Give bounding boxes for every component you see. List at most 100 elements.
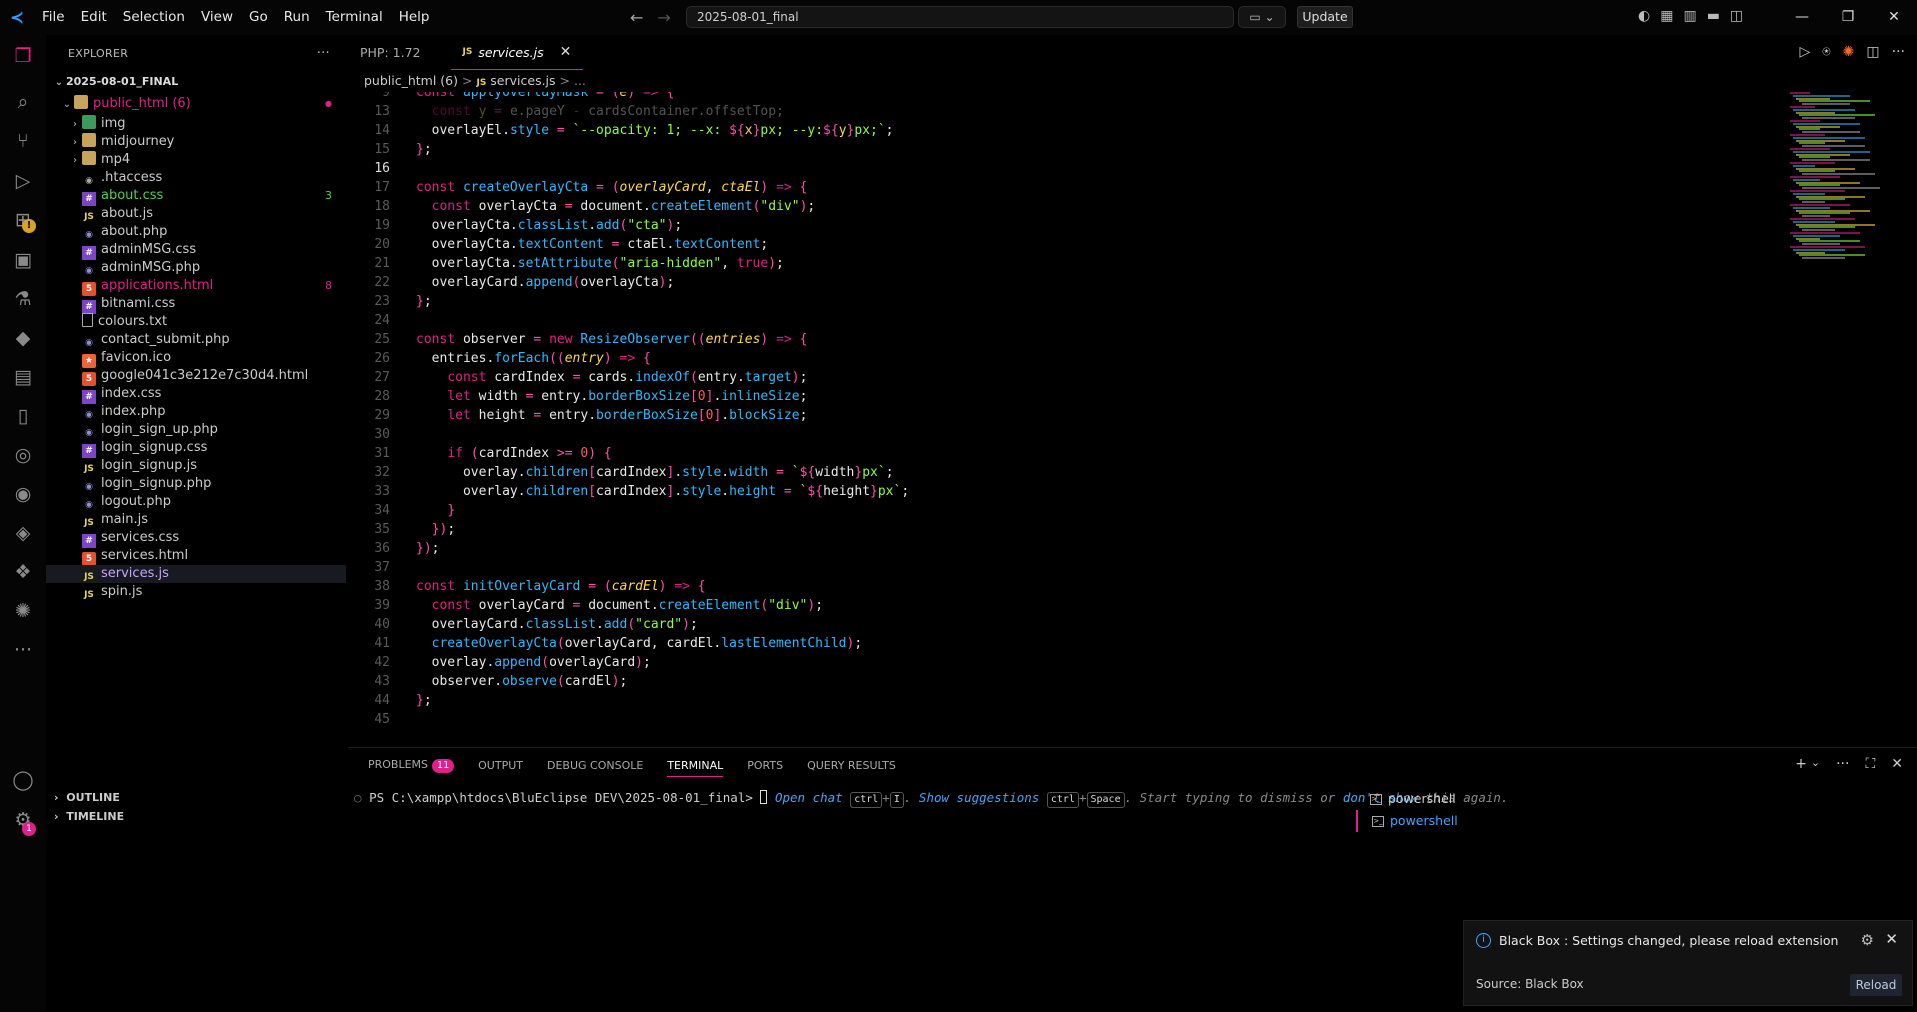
book-icon[interactable]: ▯ [10,403,36,429]
search-icon[interactable]: ⌕ [10,89,36,115]
breadcrumb-folder[interactable]: public_html (6) [364,73,458,88]
breadcrumb-file[interactable]: services.js [490,73,555,88]
file-main-js[interactable]: JS main.js [46,511,346,529]
file-adminmsg-css[interactable]: # adminMSG.css [46,241,346,260]
more-actions-icon[interactable]: ··· [1836,756,1849,772]
browser-preview-icon[interactable]: ▤ [10,364,36,390]
panel-tab-terminal[interactable]: TERMINAL [667,754,724,777]
file-about-php[interactable]: ◉ about.php [46,223,346,241]
database-icon[interactable]: ◎ [10,442,36,468]
file-services-js[interactable]: JS services.js [46,565,346,583]
file-login-signup-php[interactable]: ◉ login_signup.php [46,475,346,493]
sparkle-action-icon[interactable]: ✺ [1843,44,1855,60]
breadcrumb-symbol[interactable]: > ... [560,73,586,88]
menu-terminal[interactable]: Terminal [318,0,391,35]
menu-go[interactable]: Go [241,0,276,35]
explorer-icon[interactable]: ❐ [10,43,36,69]
panel-tab-debug-console[interactable]: DEBUG CONSOLE [547,759,643,772]
more-views-icon[interactable]: ··· [10,637,36,663]
file-favicon-ico[interactable]: ★ favicon.ico [46,349,346,368]
file-login-signup-css[interactable]: # login_signup.css [46,439,346,458]
run-icon[interactable]: ▷ [1799,44,1810,60]
update-button[interactable]: Update [1297,6,1353,28]
menu-file[interactable]: File [34,0,73,35]
customize-layout-icon[interactable]: ▦ [1660,8,1673,24]
close-tab-icon[interactable]: ✕ [560,35,572,70]
file-colours-txt[interactable]: colours.txt [46,313,346,331]
file-logout-php[interactable]: ◉ logout.php [46,493,346,511]
menu-help[interactable]: Help [391,0,438,35]
source-control-icon[interactable]: ⑂ [10,128,36,154]
menu-view[interactable]: View [193,0,241,35]
menu-run[interactable]: Run [276,0,318,35]
panel-tab-query-results[interactable]: QUERY RESULTS [807,759,896,772]
run-debug-icon[interactable]: ▷ [10,168,36,194]
python-icon[interactable]: ◆ [10,325,36,351]
account-icon[interactable]: ◯ [10,767,36,793]
back-arrow-icon[interactable]: ← [630,8,643,27]
layers-icon[interactable]: ◈ [10,520,36,546]
menu-selection[interactable]: Selection [115,0,193,35]
folder-public-html[interactable]: ⌄ public_html (6) ● [46,93,346,115]
file-services-html[interactable]: 5 services.html [46,547,346,566]
sparkle-icon[interactable]: ✺ [10,598,36,624]
toggle-secondary-sidebar-icon[interactable]: ◫ [1730,8,1743,24]
open-chat-link[interactable]: Open chat [775,790,843,805]
workspace-root[interactable]: ⌄ 2025-08-01_FINAL [46,71,346,93]
file-adminmsg-php[interactable]: ◉ adminMSG.php [46,259,346,277]
file-about-css[interactable]: # about.css 3 [46,187,346,206]
file-bitnami-css[interactable]: # bitnami.css [46,295,346,314]
folder-mp4[interactable]: › mp4 [46,151,346,169]
copilot-chat-button[interactable]: ▭ ⌄ [1238,6,1286,28]
file-index-php[interactable]: ◉ index.php [46,403,346,421]
toggle-sidebar-icon[interactable]: ▥ [1683,8,1696,24]
file-spin-js[interactable]: JS spin.js [46,583,346,601]
file--htaccess[interactable]: ◉ .htaccess [46,169,346,187]
file-services-css[interactable]: # services.css [46,529,346,548]
terminal-dropdown-icon[interactable]: ⌄ [1811,756,1820,772]
show-suggestions-link[interactable]: Show suggestions [919,790,1039,805]
split-editor-icon[interactable]: ◫ [1866,44,1879,60]
menu-edit[interactable]: Edit [73,0,115,35]
file-login-signup-js[interactable]: JS login_signup.js [46,457,346,475]
code-editor[interactable]: 9 const applyOverlayMask = (e) => {13 con… [348,92,1768,747]
timeline-section[interactable]: › TIMELINE [46,806,348,828]
folder-midjourney[interactable]: › midjourney [46,133,346,151]
notification-settings-icon[interactable]: ⚙ [1861,931,1874,949]
file-index-css[interactable]: # index.css [46,385,346,404]
terminal-instance-active[interactable]: >_ powershell [1356,810,1566,832]
copilot-icon[interactable]: ⍟ [1822,44,1830,60]
panel-tab-ports[interactable]: PORTS [747,759,783,772]
file-google041c3e212e7c30d4-html[interactable]: 5 google041c3e212e7c30d4.html [46,367,346,386]
remote-explorer-icon[interactable]: ▣ [10,247,36,273]
maximize-panel-icon[interactable]: ⛶ [1865,756,1875,772]
testing-icon[interactable]: ⚗ [10,286,36,312]
close-window-icon[interactable]: ✕ [1871,0,1917,35]
toggle-panel-icon[interactable]: ▬ [1707,8,1720,24]
file-contact-submit-php[interactable]: ◉ contact_submit.php [46,331,346,349]
file-login-sign-up-php[interactable]: ◉ login_sign_up.php [46,421,346,439]
file-about-js[interactable]: JS about.js [46,205,346,223]
more-actions-icon[interactable]: ··· [1892,44,1905,60]
accounts-icon[interactable]: ◐ [1638,8,1650,24]
more-actions-icon[interactable]: ··· [317,46,330,61]
terminal-output[interactable]: ○ PS C:\xampp\htdocs\BluEclipse DEV\2025… [354,790,1508,808]
minimize-icon[interactable]: — [1779,0,1825,35]
minimap[interactable] [1790,92,1900,272]
reload-button[interactable]: Reload [1850,974,1902,996]
folder-img[interactable]: › img [46,115,346,133]
forward-arrow-icon[interactable]: → [657,8,670,27]
tab-services-js[interactable]: JS services.js ✕ [450,35,584,70]
tab-php-version[interactable]: PHP: 1.72 [348,35,433,70]
file-applications-html[interactable]: 5 applications.html 8 [46,277,346,296]
panel-tab-problems[interactable]: PROBLEMS 11 [368,758,455,773]
restore-icon[interactable]: ❐ [1825,0,1871,35]
new-terminal-icon[interactable]: + [1795,756,1807,772]
figma-icon[interactable]: ❖ [10,559,36,585]
terminal-instance[interactable]: >_ powershell [1356,788,1566,810]
close-panel-icon[interactable]: ✕ [1891,756,1903,772]
close-notification-icon[interactable]: ✕ [1885,930,1898,948]
panel-tab-output[interactable]: OUTPUT [478,759,523,772]
database-alt-icon[interactable]: ◉ [10,481,36,507]
command-center-search[interactable]: 2025-08-01_final [686,6,1234,28]
